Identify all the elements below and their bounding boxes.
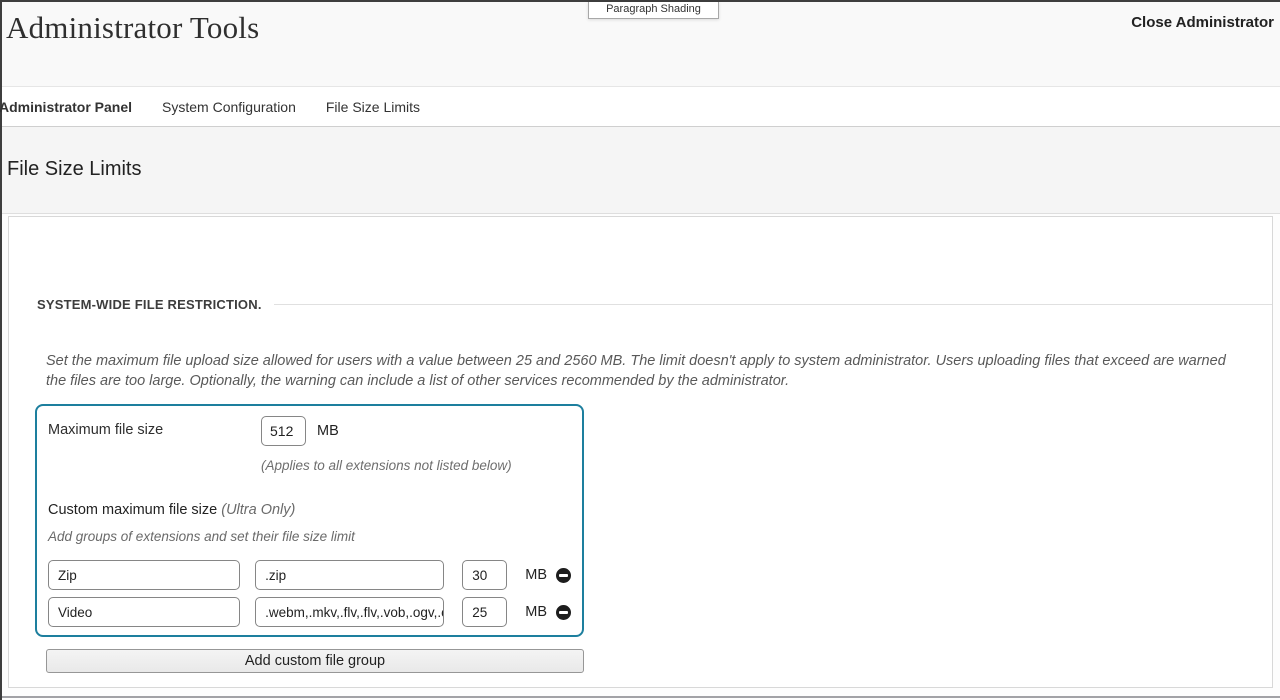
custom-max-file-size-label: Custom maximum file size (Ultra Only) [48,502,571,518]
bottom-edge-strip [2,696,1280,698]
breadcrumb-file-size-limits: File Size Limits [326,99,420,115]
breadcrumb-system-configuration[interactable]: System Configuration [162,99,296,115]
group-size-input-video[interactable] [462,597,507,627]
ultra-only-suffix: (Ultra Only) [221,502,295,518]
content-panel: SYSTEM-WIDE FILE RESTRICTION. Set the ma… [8,216,1273,688]
remove-group-minus-icon[interactable] [556,568,571,583]
close-administrator-link[interactable]: Close Administrator [1131,14,1274,31]
applies-hint: (Applies to all extensions not listed be… [261,458,571,473]
section-description: Set the maximum file upload size allowed… [46,351,1242,391]
group-extensions-input-video[interactable] [255,597,444,627]
section-heading-row: SYSTEM-WIDE FILE RESTRICTION. [37,297,1272,312]
maximum-file-size-input[interactable] [261,416,306,446]
maximum-file-size-label: Maximum file size [48,416,261,438]
group-size-input-zip[interactable] [462,560,507,590]
breadcrumb-administrator-panel[interactable]: Administrator Panel [0,99,132,115]
tooltip-paragraph-shading: Paragraph Shading [588,2,719,19]
group-name-input-video[interactable] [48,597,240,627]
page-title: File Size Limits [2,127,1280,181]
maximum-file-size-row: Maximum file size MB [48,416,571,446]
add-custom-file-group-button[interactable]: Add custom file group [46,649,584,673]
header: Administrator Tools Paragraph Shading Cl… [2,2,1280,86]
group-extensions-input-zip[interactable] [255,560,444,590]
file-group-row-video: MB [48,597,571,627]
app-title: Administrator Tools [6,10,259,46]
custom-max-file-size-label-text: Custom maximum file size [48,502,217,518]
section-heading: SYSTEM-WIDE FILE RESTRICTION. [37,297,262,312]
file-group-row-zip: MB [48,560,571,590]
window-frame: Administrator Tools Paragraph Shading Cl… [0,0,1280,700]
section-divider [274,304,1272,305]
group-name-input-zip[interactable] [48,560,240,590]
maximum-file-size-unit: MB [317,416,339,439]
groups-hint: Add groups of extensions and set their f… [48,529,571,544]
remove-group-minus-icon[interactable] [556,605,571,620]
page-title-band: File Size Limits [2,127,1280,214]
file-size-limits-fieldset: Maximum file size MB (Applies to all ext… [35,404,584,637]
group-unit-video: MB [525,604,547,620]
breadcrumb: Administrator Panel System Configuration… [2,86,1280,127]
group-unit-zip: MB [525,567,547,583]
